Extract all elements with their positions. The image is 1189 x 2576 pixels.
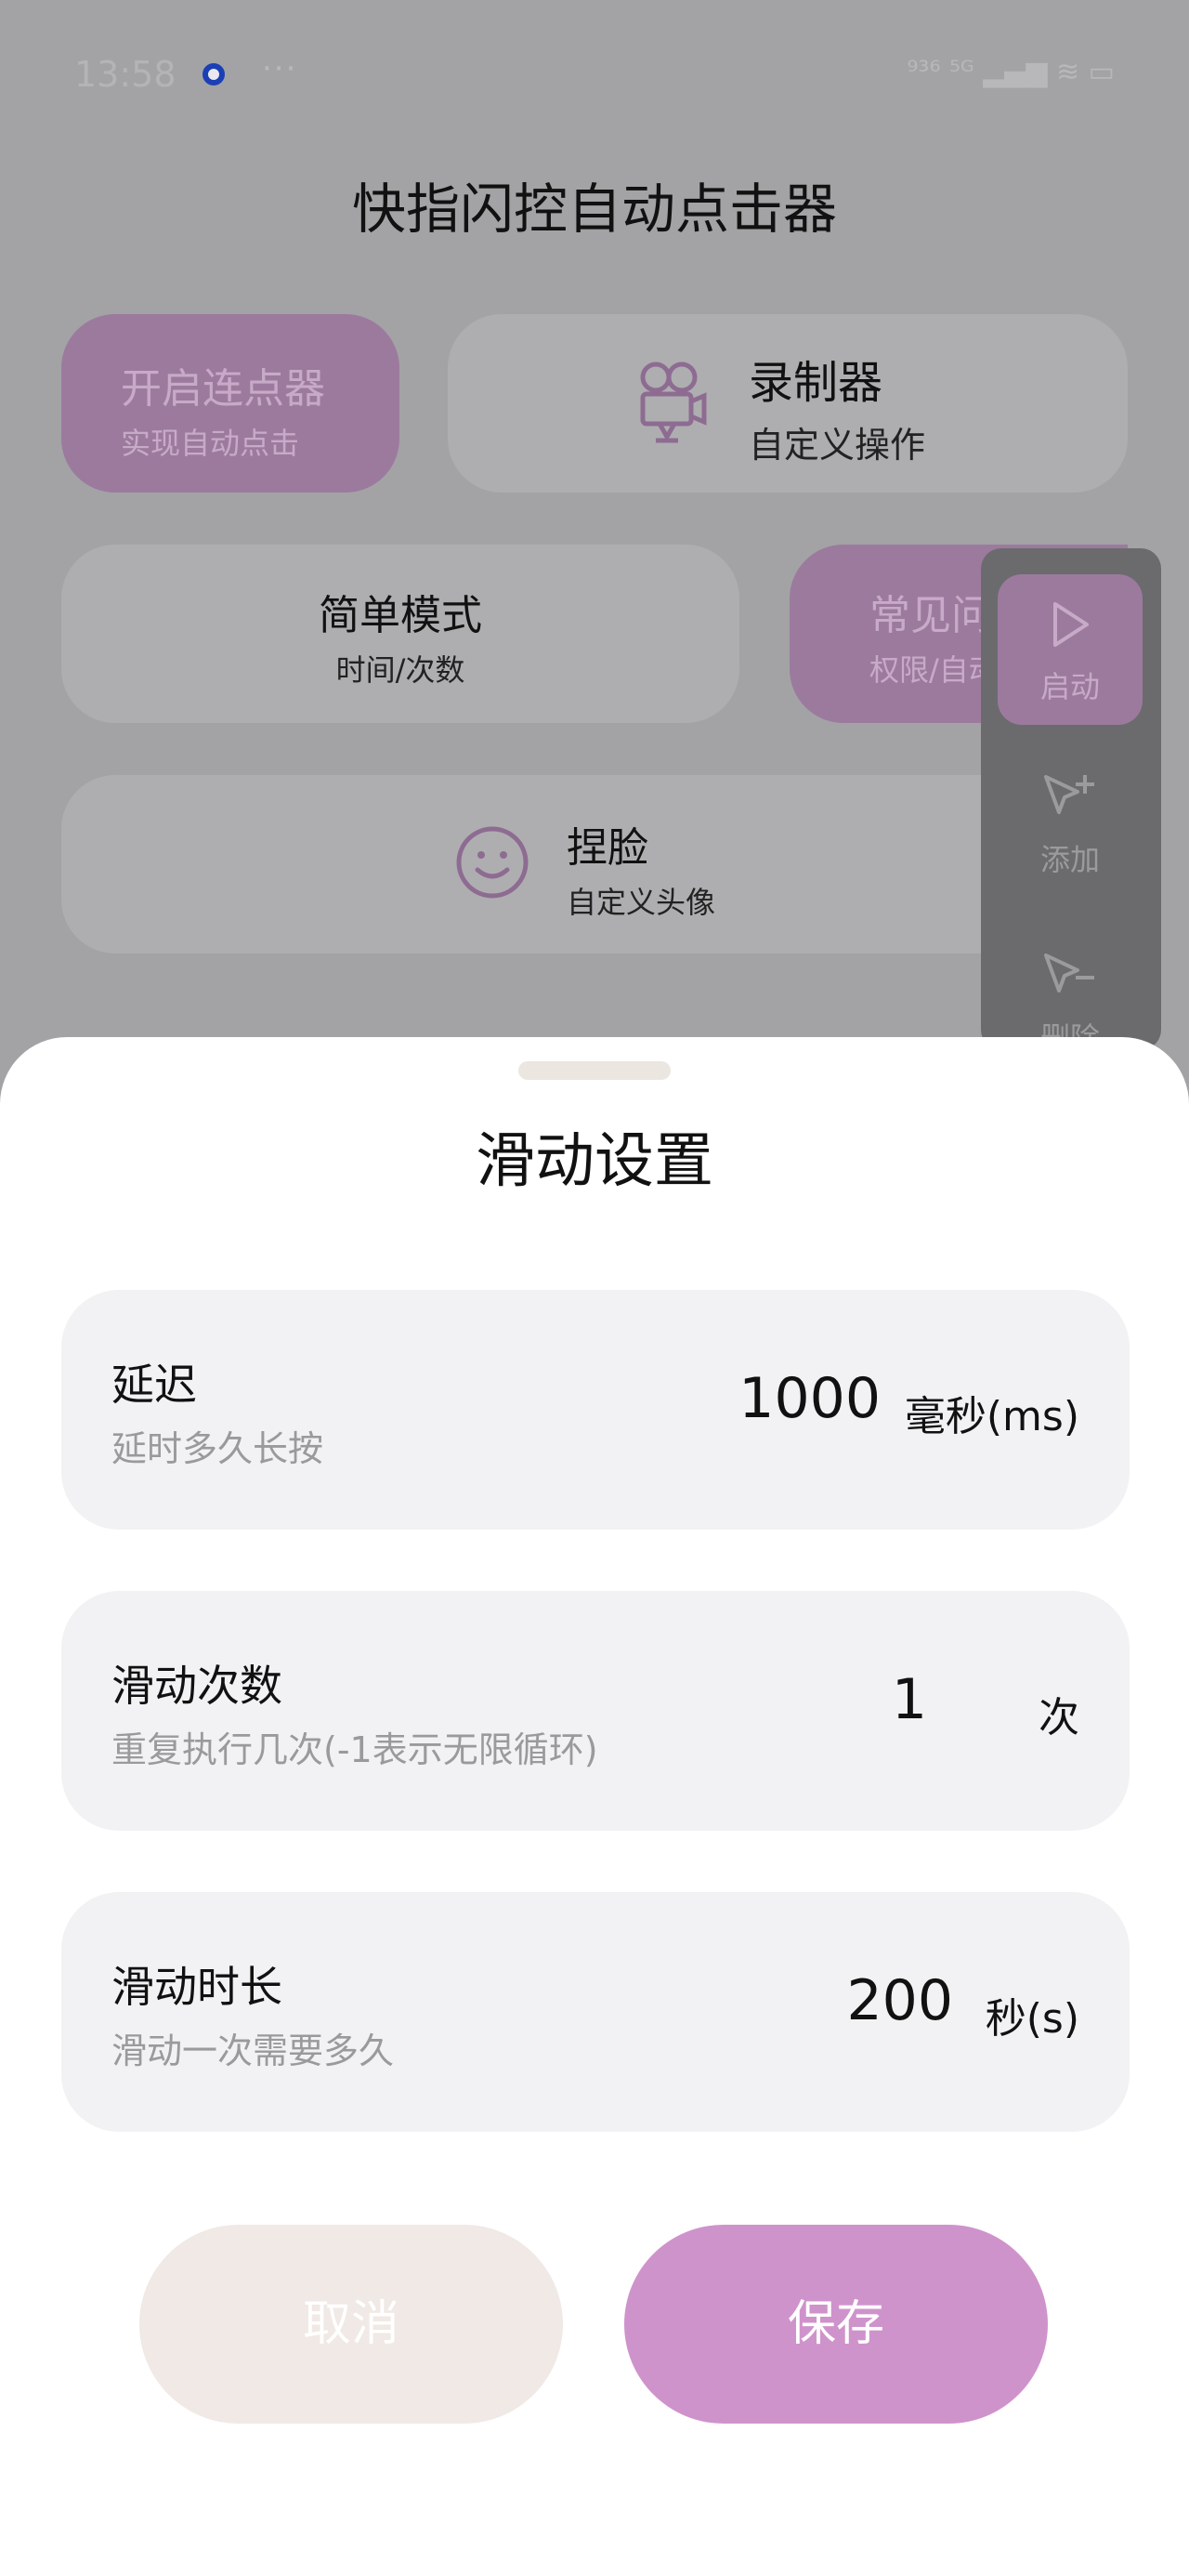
video-camera-icon <box>640 361 707 443</box>
delay-label: 延迟 <box>111 1360 197 1410</box>
float-add-label: 添加 <box>1039 842 1100 877</box>
start-clicker-card[interactable]: 开启连点器 实现自动点击 <box>61 314 399 493</box>
smiley-face-icon <box>456 826 529 899</box>
swipe-duration-setting-row: 滑动时长 滑动一次需要多久 200 秒(s) <box>61 1892 1130 2132</box>
sheet-drag-handle[interactable] <box>518 1061 671 1080</box>
status-indicators: ⁹³⁶ ⁵ᴳ ▂▄▆ ≋ ▭ <box>907 56 1115 88</box>
simple-mode-title: 简单模式 <box>319 592 482 639</box>
status-time: 13:58 <box>74 54 176 95</box>
delay-setting-row: 延迟 延时多久长按 1000 毫秒(ms) <box>61 1290 1130 1530</box>
pinch-face-title: 捏脸 <box>567 824 648 872</box>
float-start-button[interactable]: 启动 <box>998 574 1143 725</box>
swipe-count-setting-row: 滑动次数 重复执行几次(-1表示无限循环) 1 次 <box>61 1591 1130 1831</box>
sheet-title: 滑动设置 <box>476 1127 713 1196</box>
swipe-duration-desc: 滑动一次需要多久 <box>111 2031 395 2071</box>
cursor-remove-icon <box>1044 953 1094 992</box>
start-clicker-title: 开启连点器 <box>121 365 325 413</box>
swipe-count-desc: 重复执行几次(-1表示无限循环) <box>111 1729 598 1770</box>
delay-value-input[interactable]: 1000 <box>738 1366 881 1431</box>
pinch-face-card[interactable]: 捏脸 自定义头像 <box>61 775 1128 953</box>
save-button[interactable]: 保存 <box>624 2225 1048 2424</box>
delay-unit: 毫秒(ms) <box>904 1393 1079 1440</box>
faq-title: 常见问 <box>869 592 992 639</box>
swipe-count-label: 滑动次数 <box>111 1661 282 1711</box>
swipe-count-value-input[interactable]: 1 <box>892 1667 927 1732</box>
recorder-subtitle: 自定义操作 <box>749 425 926 466</box>
recorder-title: 录制器 <box>749 357 883 409</box>
delay-desc: 延时多久长按 <box>111 1428 324 1469</box>
faq-subtitle: 权限/自动 <box>869 652 999 688</box>
notification-app-icon <box>203 63 225 85</box>
app-title: 快指闪控自动点击器 <box>351 177 837 241</box>
swipe-duration-unit: 秒(s) <box>985 1995 1079 2043</box>
start-clicker-subtitle: 实现自动点击 <box>121 426 300 461</box>
swipe-duration-label: 滑动时长 <box>111 1962 282 2012</box>
simple-mode-subtitle: 时间/次数 <box>335 652 465 688</box>
more-notifications-icon: ··· <box>262 50 298 87</box>
swipe-duration-value-input[interactable]: 200 <box>846 1968 953 2033</box>
swipe-count-unit: 次 <box>1039 1694 1079 1741</box>
play-icon <box>1053 602 1089 647</box>
float-start-label: 启动 <box>1039 669 1100 704</box>
simple-mode-card[interactable]: 简单模式 时间/次数 <box>61 545 739 723</box>
floating-control-panel: 启动 添加 删除 <box>981 548 1161 1056</box>
cursor-add-icon <box>1044 775 1094 814</box>
float-add-button[interactable]: 添加 <box>998 771 1143 879</box>
cancel-button[interactable]: 取消 <box>139 2225 563 2424</box>
pinch-face-subtitle: 自定义头像 <box>567 885 716 920</box>
recorder-card[interactable]: 录制器 自定义操作 <box>448 314 1128 493</box>
